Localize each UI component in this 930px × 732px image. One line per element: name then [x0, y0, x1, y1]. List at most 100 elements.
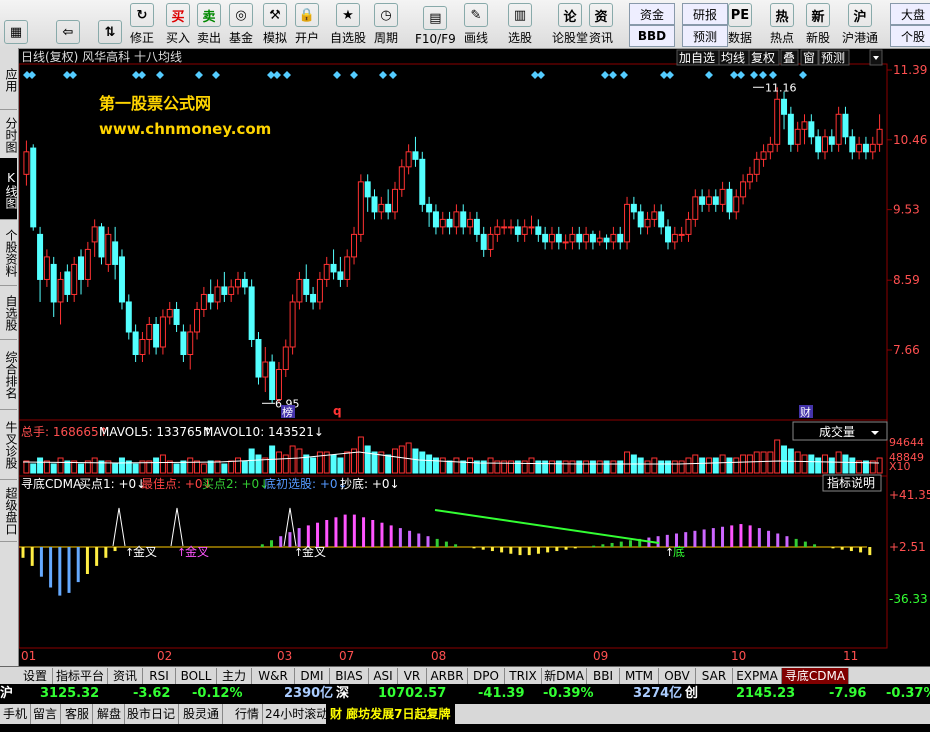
toolbar-button-20[interactable]: PE 数据: [728, 2, 752, 46]
candle-body-19: [153, 323, 160, 348]
indicator-tab-8[interactable]: BIAS: [330, 668, 369, 684]
status-item-3[interactable]: 解盘: [94, 704, 126, 724]
toolbar-button-11[interactable]: ▤ F10/F9: [415, 2, 456, 46]
toolbar-button-5[interactable]: 卖卖出: [197, 2, 221, 46]
toolbar-button-22[interactable]: 新新股: [806, 2, 830, 46]
candle-body-95: [671, 233, 678, 243]
toolbar-button-23[interactable]: 沪沪港通: [842, 2, 878, 46]
status-item-6[interactable]: 行情: [232, 704, 264, 724]
candle-body-24: [187, 331, 194, 356]
sh-index[interactable]: 3125.32: [40, 684, 99, 704]
indicator-tab-20[interactable]: 寻底CDMA: [782, 668, 849, 684]
explain-button[interactable]: 指标说明: [827, 475, 875, 490]
toolbar-button-1[interactable]: ⇦: [56, 2, 80, 46]
signal-diamond-11: [283, 71, 291, 79]
indicator-tab-4[interactable]: BOLL: [176, 668, 217, 684]
status-item-0[interactable]: 手机: [0, 704, 32, 724]
indicator-tab-1[interactable]: 指标平台: [53, 668, 108, 684]
toolbar-label: BBD: [637, 29, 667, 43]
header-button-2[interactable]: 复权: [751, 51, 775, 65]
indicator-tab-19[interactable]: EXPMA: [733, 668, 782, 684]
candle-body-109: [767, 143, 774, 153]
volume-bar-55: [398, 445, 405, 474]
volume-bar-38: [282, 454, 289, 474]
header-button-3[interactable]: 叠: [783, 51, 795, 65]
indicator-tab-14[interactable]: 新DMA: [542, 668, 587, 684]
left-nav-2[interactable]: K线图: [0, 158, 18, 220]
indicator-tab-16[interactable]: MTM: [620, 668, 659, 684]
left-nav-4[interactable]: 自选股: [0, 284, 18, 340]
cy-index[interactable]: 2145.23: [736, 684, 795, 704]
toolbar-button-18[interactable]: 研报: [682, 3, 728, 25]
status-item-5[interactable]: 股灵通: [180, 704, 224, 724]
toolbar-button-6[interactable]: ◎ 基金: [229, 2, 253, 46]
header-button-5[interactable]: 预测: [821, 51, 845, 65]
status-item-1[interactable]: 留言: [30, 704, 62, 724]
toolbar-button-4[interactable]: 买买入: [166, 2, 190, 46]
toolbar-button-19[interactable]: 预测: [682, 25, 728, 47]
indicator-tab-5[interactable]: 主力: [217, 668, 252, 684]
candle-body-7: [71, 263, 78, 295]
status-item-4[interactable]: 股市日记: [124, 704, 180, 724]
indicator-axis-2: -36.33: [889, 592, 928, 606]
candle-body-35: [262, 361, 269, 378]
toolbar-button-14[interactable]: 论论股堂: [552, 2, 588, 46]
toolbar-button-9[interactable]: ★ 自选股: [330, 2, 366, 46]
status-item-7[interactable]: 24小时滚动: [262, 704, 333, 724]
indicator-tab-10[interactable]: VR: [398, 668, 427, 684]
toolbar-button-25[interactable]: 个股: [890, 25, 930, 47]
indicator-tab-2[interactable]: 资讯: [108, 668, 143, 684]
toolbar-button-12[interactable]: ✎ 画线: [464, 2, 488, 46]
left-nav-6[interactable]: 牛叉诊股: [0, 408, 18, 480]
indicator-tab-13[interactable]: TRIX: [505, 668, 542, 684]
toolbar-button-13[interactable]: ▥ 选股: [508, 2, 532, 46]
status-item-2[interactable]: 客服: [62, 704, 94, 724]
sz-index[interactable]: 10702.57: [378, 684, 446, 704]
toolbar-button-7[interactable]: ⚒ 模拟: [263, 2, 287, 46]
kline-chart[interactable]: 日线(复权) 风华高科 十八均线 加自选 均线 复权叠窗预测第一股票公式网 www.ch…: [19, 48, 930, 666]
header-button-1[interactable]: 均线: [721, 51, 745, 65]
toolbar-button-15[interactable]: 资资讯: [589, 2, 613, 46]
left-nav-5[interactable]: 综合排名: [0, 338, 18, 410]
indicator-tab-7[interactable]: DMI: [295, 668, 330, 684]
header-button-0[interactable]: 加自选: [679, 51, 715, 65]
chart-title: 日线(复权) 风华高科 十八均线: [21, 49, 182, 64]
volume-bar-79: [562, 460, 569, 474]
indicator-tab-6[interactable]: W&R: [252, 668, 295, 684]
toolbar-label: 资金: [639, 7, 664, 22]
toolbar-button-21[interactable]: 热热点: [770, 2, 794, 46]
indicator-tab-3[interactable]: RSI: [143, 668, 176, 684]
left-nav-1[interactable]: 分时图: [0, 108, 18, 160]
news-headline[interactable]: 财 廊坊发展7日起复牌: [326, 704, 455, 724]
candle-body-54: [391, 188, 398, 213]
toolbar-button-0[interactable]: ▦: [4, 2, 28, 46]
toolbar-button-8[interactable]: 🔒 开户: [295, 2, 319, 46]
candle-body-123: [862, 143, 869, 153]
toolbar-button-2[interactable]: ⇅: [98, 2, 122, 46]
indicator-tab-12[interactable]: DPO: [468, 668, 505, 684]
indicator-tab-11[interactable]: ARBR: [427, 668, 468, 684]
volume-dropdown[interactable]: 成交量: [819, 424, 855, 439]
select-stock-icon: ▥: [508, 3, 532, 27]
left-nav-3[interactable]: 个股资料: [0, 218, 18, 286]
indicator-tab-9[interactable]: ASI: [369, 668, 398, 684]
indicator-tab-18[interactable]: SAR: [696, 668, 733, 684]
toolbar-button-17[interactable]: BBD: [629, 25, 675, 47]
header-button-4[interactable]: 窗: [803, 51, 815, 65]
candle-body-106: [746, 173, 753, 183]
left-nav-0[interactable]: 应用: [0, 48, 18, 110]
indicator-tab-15[interactable]: BBI: [587, 668, 620, 684]
toolbar-button-3[interactable]: ↻ 修正: [130, 2, 154, 46]
volume-bar-19: [153, 457, 160, 474]
toolbar-button-16[interactable]: 资金: [629, 3, 675, 25]
candle-body-99: [699, 196, 706, 205]
left-nav-7[interactable]: 超级盘口: [0, 478, 18, 542]
indicator-tab-17[interactable]: OBV: [659, 668, 696, 684]
indicator-tab-0[interactable]: 设置: [18, 668, 53, 684]
toolbar-label: F10/F9: [415, 32, 456, 46]
candle-body-102: [719, 188, 726, 205]
candle-body-88: [624, 203, 631, 243]
toolbar-button-24[interactable]: 大盘: [890, 3, 930, 25]
toolbar-button-10[interactable]: ◷ 周期: [374, 2, 398, 46]
candle-body-56: [405, 151, 412, 168]
